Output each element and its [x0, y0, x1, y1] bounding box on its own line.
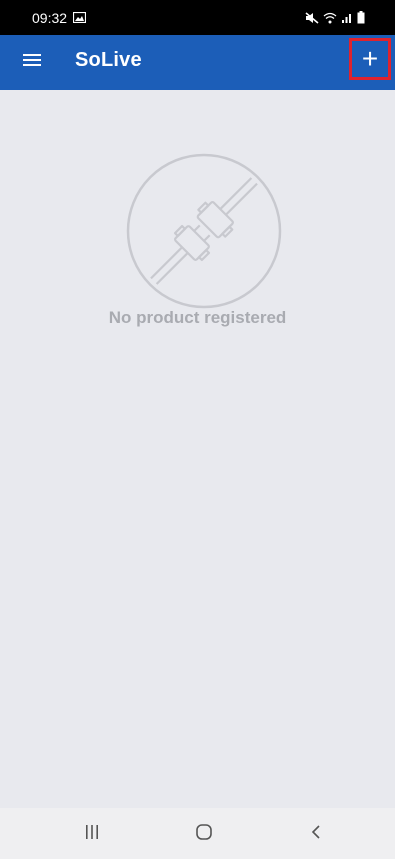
hamburger-menu-icon	[23, 53, 41, 72]
status-left: 09:32	[32, 9, 87, 26]
app-title: SoLive	[75, 49, 142, 71]
back-icon	[310, 824, 322, 845]
wifi-icon	[323, 12, 337, 24]
system-nav-bar	[0, 808, 395, 859]
status-bar: 09:32	[0, 0, 395, 35]
battery-icon	[357, 11, 365, 24]
plug-icon	[125, 152, 283, 310]
add-product-button[interactable]: +	[349, 38, 391, 80]
app-bar: SoLive +	[0, 35, 395, 90]
recent-apps-icon	[84, 824, 100, 845]
mute-icon	[305, 11, 319, 24]
empty-state-message: No product registered	[108, 308, 287, 327]
status-right	[305, 11, 365, 24]
home-button[interactable]	[184, 820, 224, 848]
main-content: No product registered	[0, 90, 395, 808]
plus-icon: +	[361, 43, 379, 74]
gallery-icon	[73, 12, 87, 23]
back-button[interactable]	[296, 820, 336, 848]
home-icon	[195, 823, 213, 846]
menu-button[interactable]	[20, 51, 44, 73]
status-time: 09:32	[32, 9, 68, 26]
signal-icon	[341, 12, 353, 24]
recent-apps-button[interactable]	[72, 820, 112, 848]
